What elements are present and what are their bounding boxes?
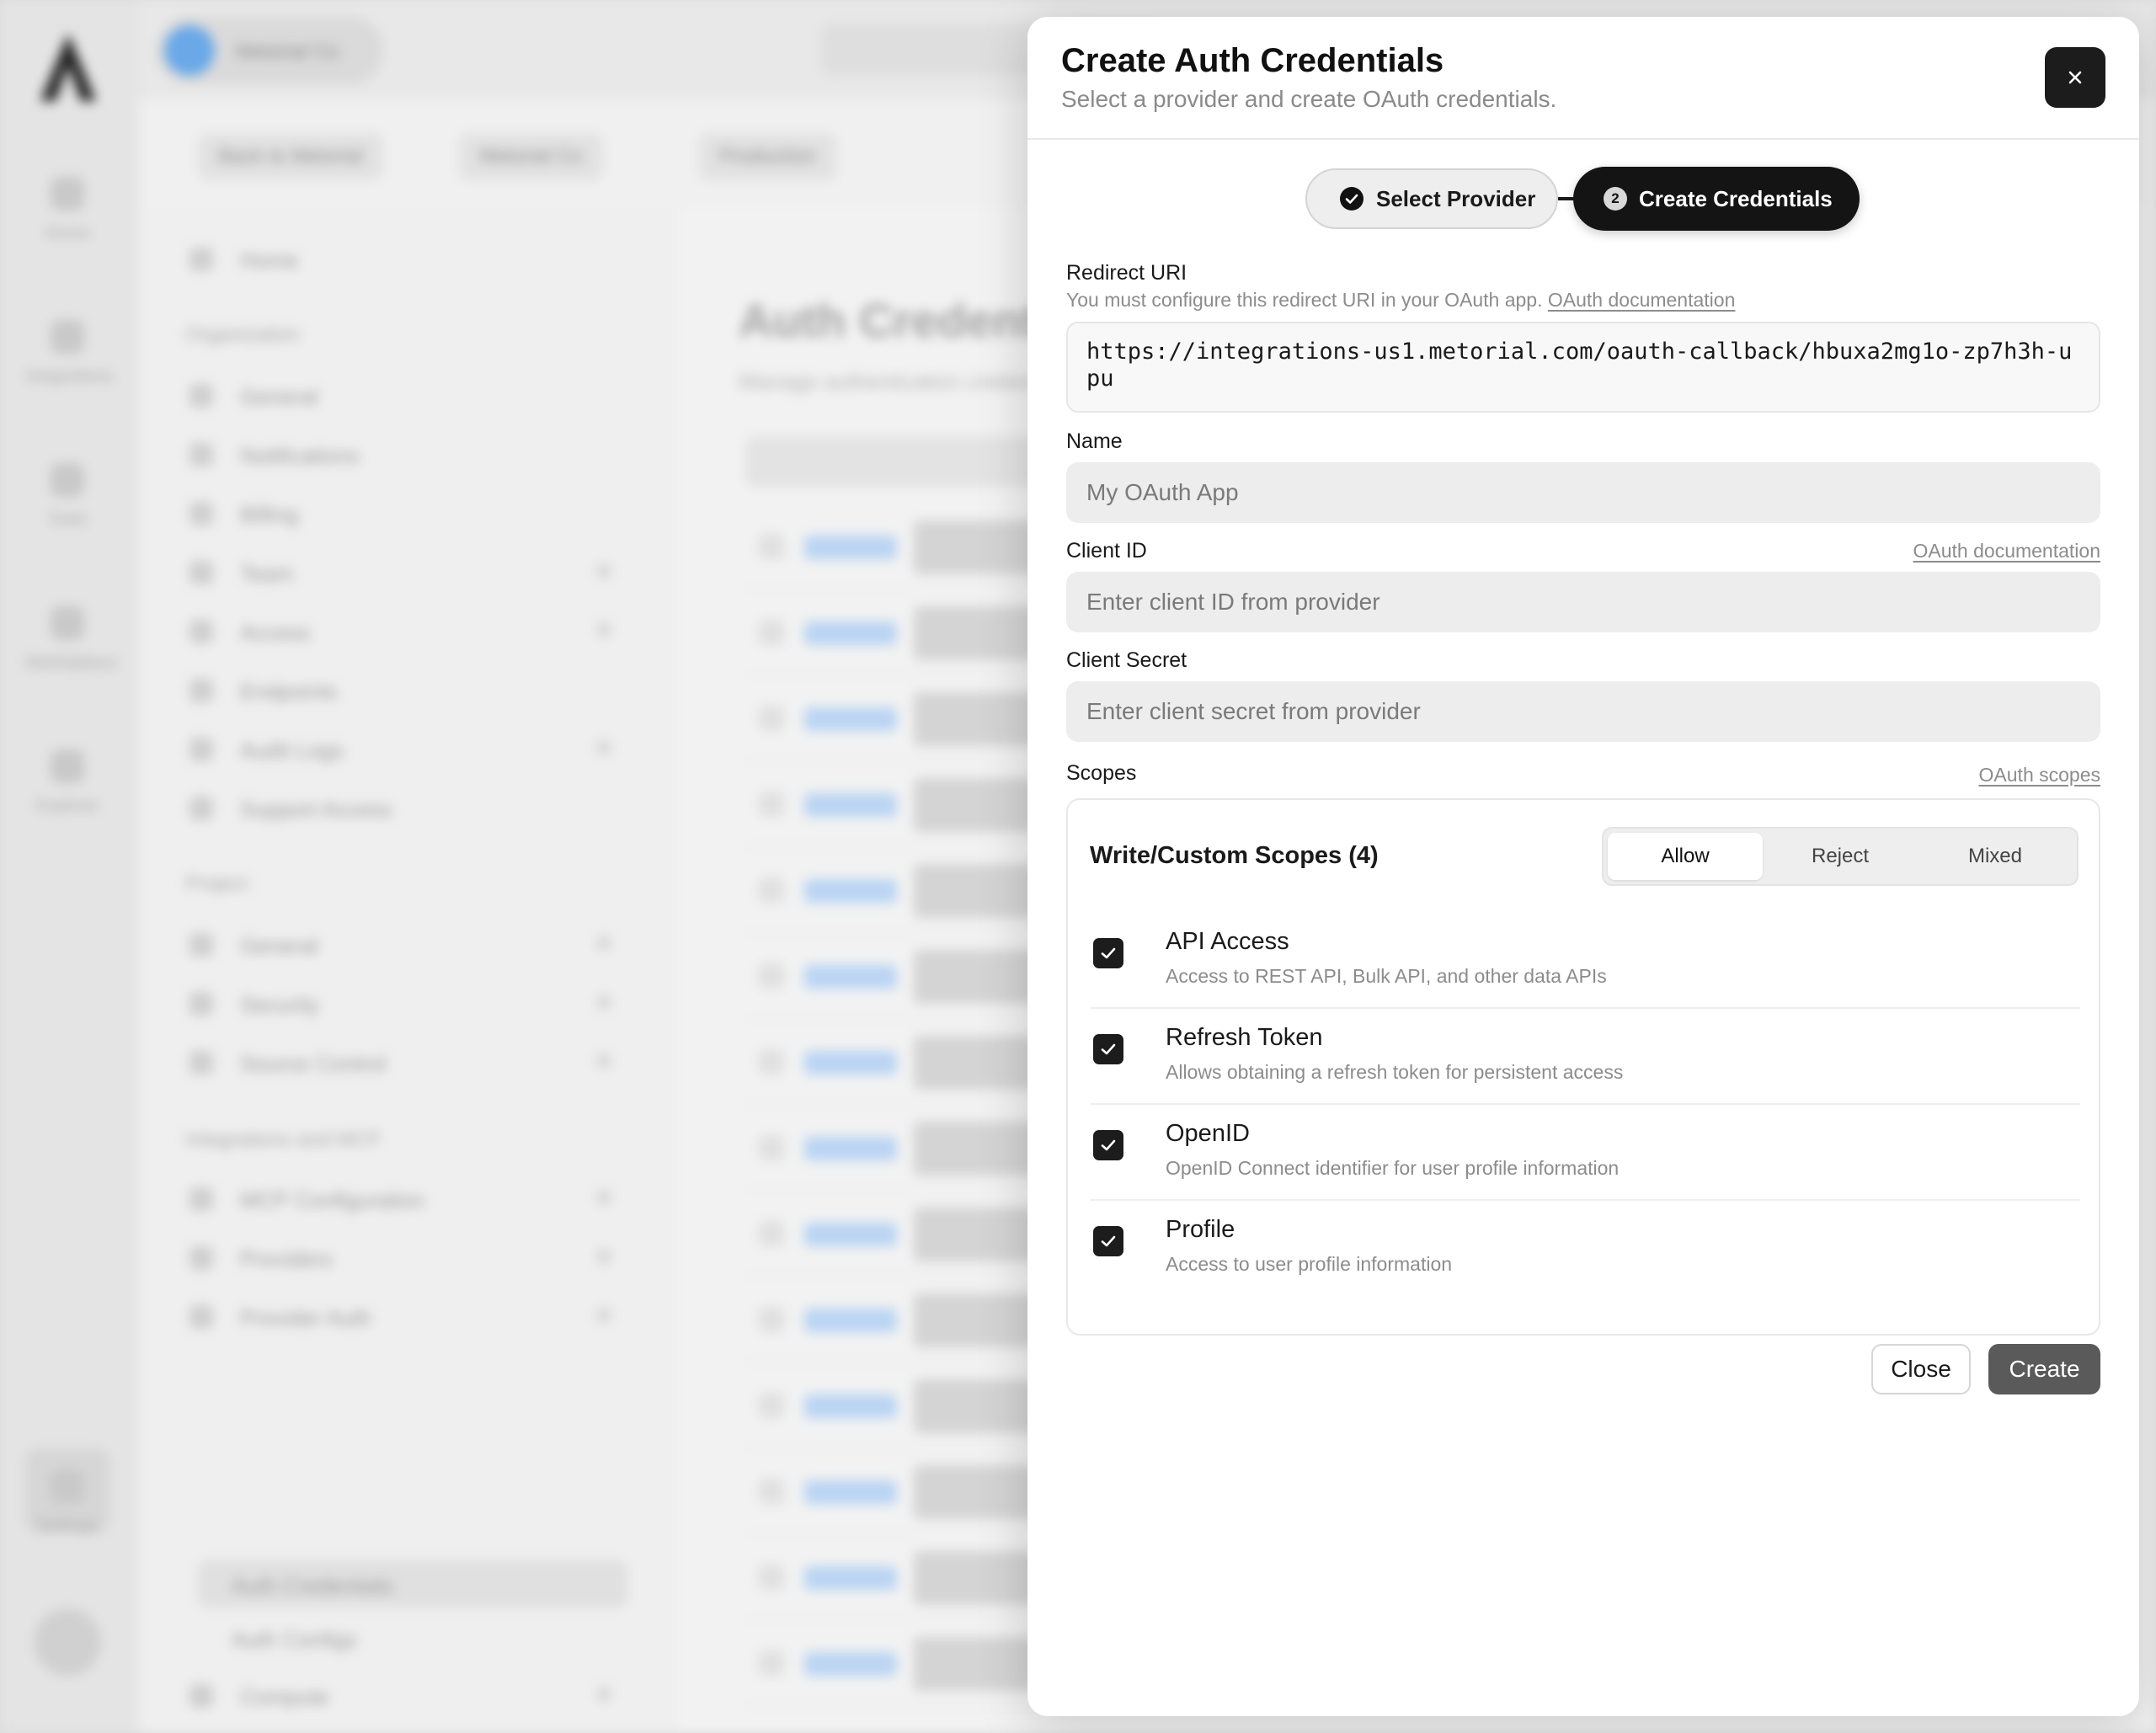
sidebar-item[interactable]: Access — [189, 610, 611, 652]
sidebar-item[interactable]: Notifications — [189, 433, 611, 475]
sidebar-item[interactable]: General — [189, 923, 611, 965]
sidebar-item-home[interactable]: Home — [189, 237, 611, 280]
scope-name: OpenID — [1166, 1120, 1250, 1147]
page-subtitle: Manage authentication credentials — [739, 369, 1073, 394]
sidebar-section-org: Organization — [185, 323, 301, 346]
scope-item-api-access[interactable]: API Access Access to REST API, Bulk API,… — [1090, 913, 2080, 1009]
scope-name: API Access — [1166, 928, 1289, 955]
sidebar-section-project: Project — [185, 872, 248, 895]
client-id-input[interactable] — [1066, 572, 2100, 632]
create-auth-credentials-modal: Create Auth Credentials Select a provide… — [1027, 17, 2139, 1716]
client-id-docs-link[interactable]: OAuth documentation — [1913, 540, 2100, 563]
sidebar-item[interactable]: Team — [189, 551, 611, 593]
sidebar-item[interactable]: General — [189, 374, 611, 416]
step-create-credentials[interactable]: 2 Create Credentials — [1573, 167, 1860, 231]
scope-mode-reject[interactable]: Reject — [1763, 833, 1918, 880]
scopes-group-title: Write/Custom Scopes (4) — [1090, 842, 1379, 869]
org-switcher[interactable]: Metorial Co — [156, 17, 383, 84]
sidebar-item[interactable]: Endpoints — [189, 669, 611, 711]
scope-description: Access to REST API, Bulk API, and other … — [1166, 965, 1607, 987]
step-label: Select Provider — [1376, 185, 1536, 211]
name-label: Name — [1066, 429, 1123, 453]
scope-mode-mixed[interactable]: Mixed — [1918, 833, 2073, 880]
rail-item-home[interactable]: Home — [25, 177, 109, 243]
scope-checkbox[interactable] — [1093, 1130, 1123, 1160]
check-icon — [1101, 1139, 1116, 1151]
scope-name: Profile — [1166, 1216, 1235, 1243]
x-icon — [2068, 71, 2082, 84]
integrations-icon — [51, 320, 84, 354]
breadcrumb-org[interactable]: Metorial Co — [459, 133, 603, 180]
check-icon — [1101, 947, 1116, 959]
rail-item-integrations[interactable]: Integrations — [25, 320, 114, 387]
scope-description: OpenID Connect identifier for user profi… — [1166, 1157, 1620, 1179]
scope-description: Allows obtaining a refresh token for per… — [1166, 1061, 1624, 1083]
client-id-label: Client ID — [1066, 539, 1147, 563]
org-avatar — [164, 25, 215, 76]
name-input[interactable] — [1066, 462, 2100, 523]
scope-item-profile[interactable]: Profile Access to user profile informati… — [1090, 1201, 2080, 1297]
redirect-uri-value[interactable]: https://integrations-us1.metorial.com/oa… — [1066, 322, 2100, 413]
sidebar-item[interactable]: Source Control — [189, 1041, 611, 1083]
home-icon — [51, 177, 84, 211]
scopes-card: Write/Custom Scopes (4) Allow Reject Mix… — [1066, 798, 2100, 1336]
scope-checkbox[interactable] — [1093, 1226, 1123, 1256]
client-secret-input[interactable] — [1066, 681, 2100, 742]
sidebar-item-auth-credentials[interactable]: Auth Credentials — [232, 1563, 653, 1605]
gear-icon — [51, 1469, 84, 1503]
redirect-uri-help: You must configure this redirect URI in … — [1066, 289, 1736, 311]
sidebar-item[interactable]: Provider Auth — [189, 1295, 611, 1337]
sidebar-item[interactable]: Compute — [189, 1674, 611, 1716]
modal-header: Create Auth Credentials Select a provide… — [1027, 17, 2139, 140]
account-avatar[interactable] — [34, 1608, 101, 1676]
close-modal-button[interactable] — [2045, 47, 2105, 108]
scope-mode-toggle: Allow Reject Mixed — [1602, 827, 2079, 886]
create-button[interactable]: Create — [1988, 1344, 2100, 1394]
sidebar-item[interactable]: Providers — [189, 1236, 611, 1278]
redirect-uri-label: Redirect URI — [1066, 261, 1187, 285]
breadcrumb-env[interactable]: Production — [699, 133, 836, 180]
marketplace-icon — [51, 606, 84, 640]
app-rail: Home Integrations Tools Marketplace Expl… — [0, 0, 139, 1733]
metorial-logo-icon — [40, 34, 96, 101]
sidebar-item-auth-configs[interactable]: Auth Configs — [232, 1617, 653, 1659]
explorer-icon — [51, 749, 84, 783]
sidebar-section-integrations: Integrations and MCP — [185, 1128, 382, 1151]
sidebar-item[interactable]: Security — [189, 982, 611, 1024]
rail-item-explorer[interactable]: Explorer — [25, 749, 109, 816]
scope-checkbox[interactable] — [1093, 938, 1123, 968]
sidebar-item[interactable]: Billing — [189, 492, 611, 534]
scope-mode-allow[interactable]: Allow — [1608, 833, 1763, 880]
breadcrumb-back[interactable]: Back to Metorial — [198, 133, 384, 180]
rail-item-settings-label: Settings — [25, 1469, 109, 1536]
modal-subtitle: Select a provider and create OAuth crede… — [1061, 86, 1557, 112]
step-number: 2 — [1604, 187, 1627, 211]
sidebar-item[interactable]: Audit Logs — [189, 728, 611, 770]
client-secret-label: Client Secret — [1066, 648, 1187, 672]
scopes-label: Scopes — [1066, 761, 1137, 785]
scope-item-refresh-token[interactable]: Refresh Token Allows obtaining a refresh… — [1090, 1009, 2080, 1105]
check-circle-icon — [1340, 187, 1364, 211]
scope-name: Refresh Token — [1166, 1024, 1323, 1051]
modal-title: Create Auth Credentials — [1061, 42, 1444, 79]
sidebar-item[interactable]: MCP Configuration — [189, 1177, 611, 1219]
check-icon — [1101, 1043, 1116, 1055]
step-label: Create Credentials — [1639, 185, 1833, 211]
rail-item-tools[interactable]: Tools — [25, 463, 109, 530]
close-button[interactable]: Close — [1871, 1344, 1971, 1394]
oauth-scopes-link[interactable]: OAuth scopes — [1979, 764, 2100, 787]
settings-sidebar: Home Organization General Notifications … — [139, 209, 808, 1733]
check-icon — [1101, 1235, 1116, 1247]
scope-item-openid[interactable]: OpenID OpenID Connect identifier for use… — [1090, 1105, 2080, 1201]
scope-description: Access to user profile information — [1166, 1253, 1453, 1275]
tools-icon — [51, 463, 84, 497]
step-select-provider[interactable]: Select Provider — [1305, 168, 1558, 229]
oauth-documentation-link[interactable]: OAuth documentation — [1548, 289, 1735, 311]
sidebar-item[interactable]: Support Access — [189, 787, 611, 829]
rail-item-marketplace[interactable]: Marketplace — [25, 606, 117, 673]
scope-checkbox[interactable] — [1093, 1034, 1123, 1064]
